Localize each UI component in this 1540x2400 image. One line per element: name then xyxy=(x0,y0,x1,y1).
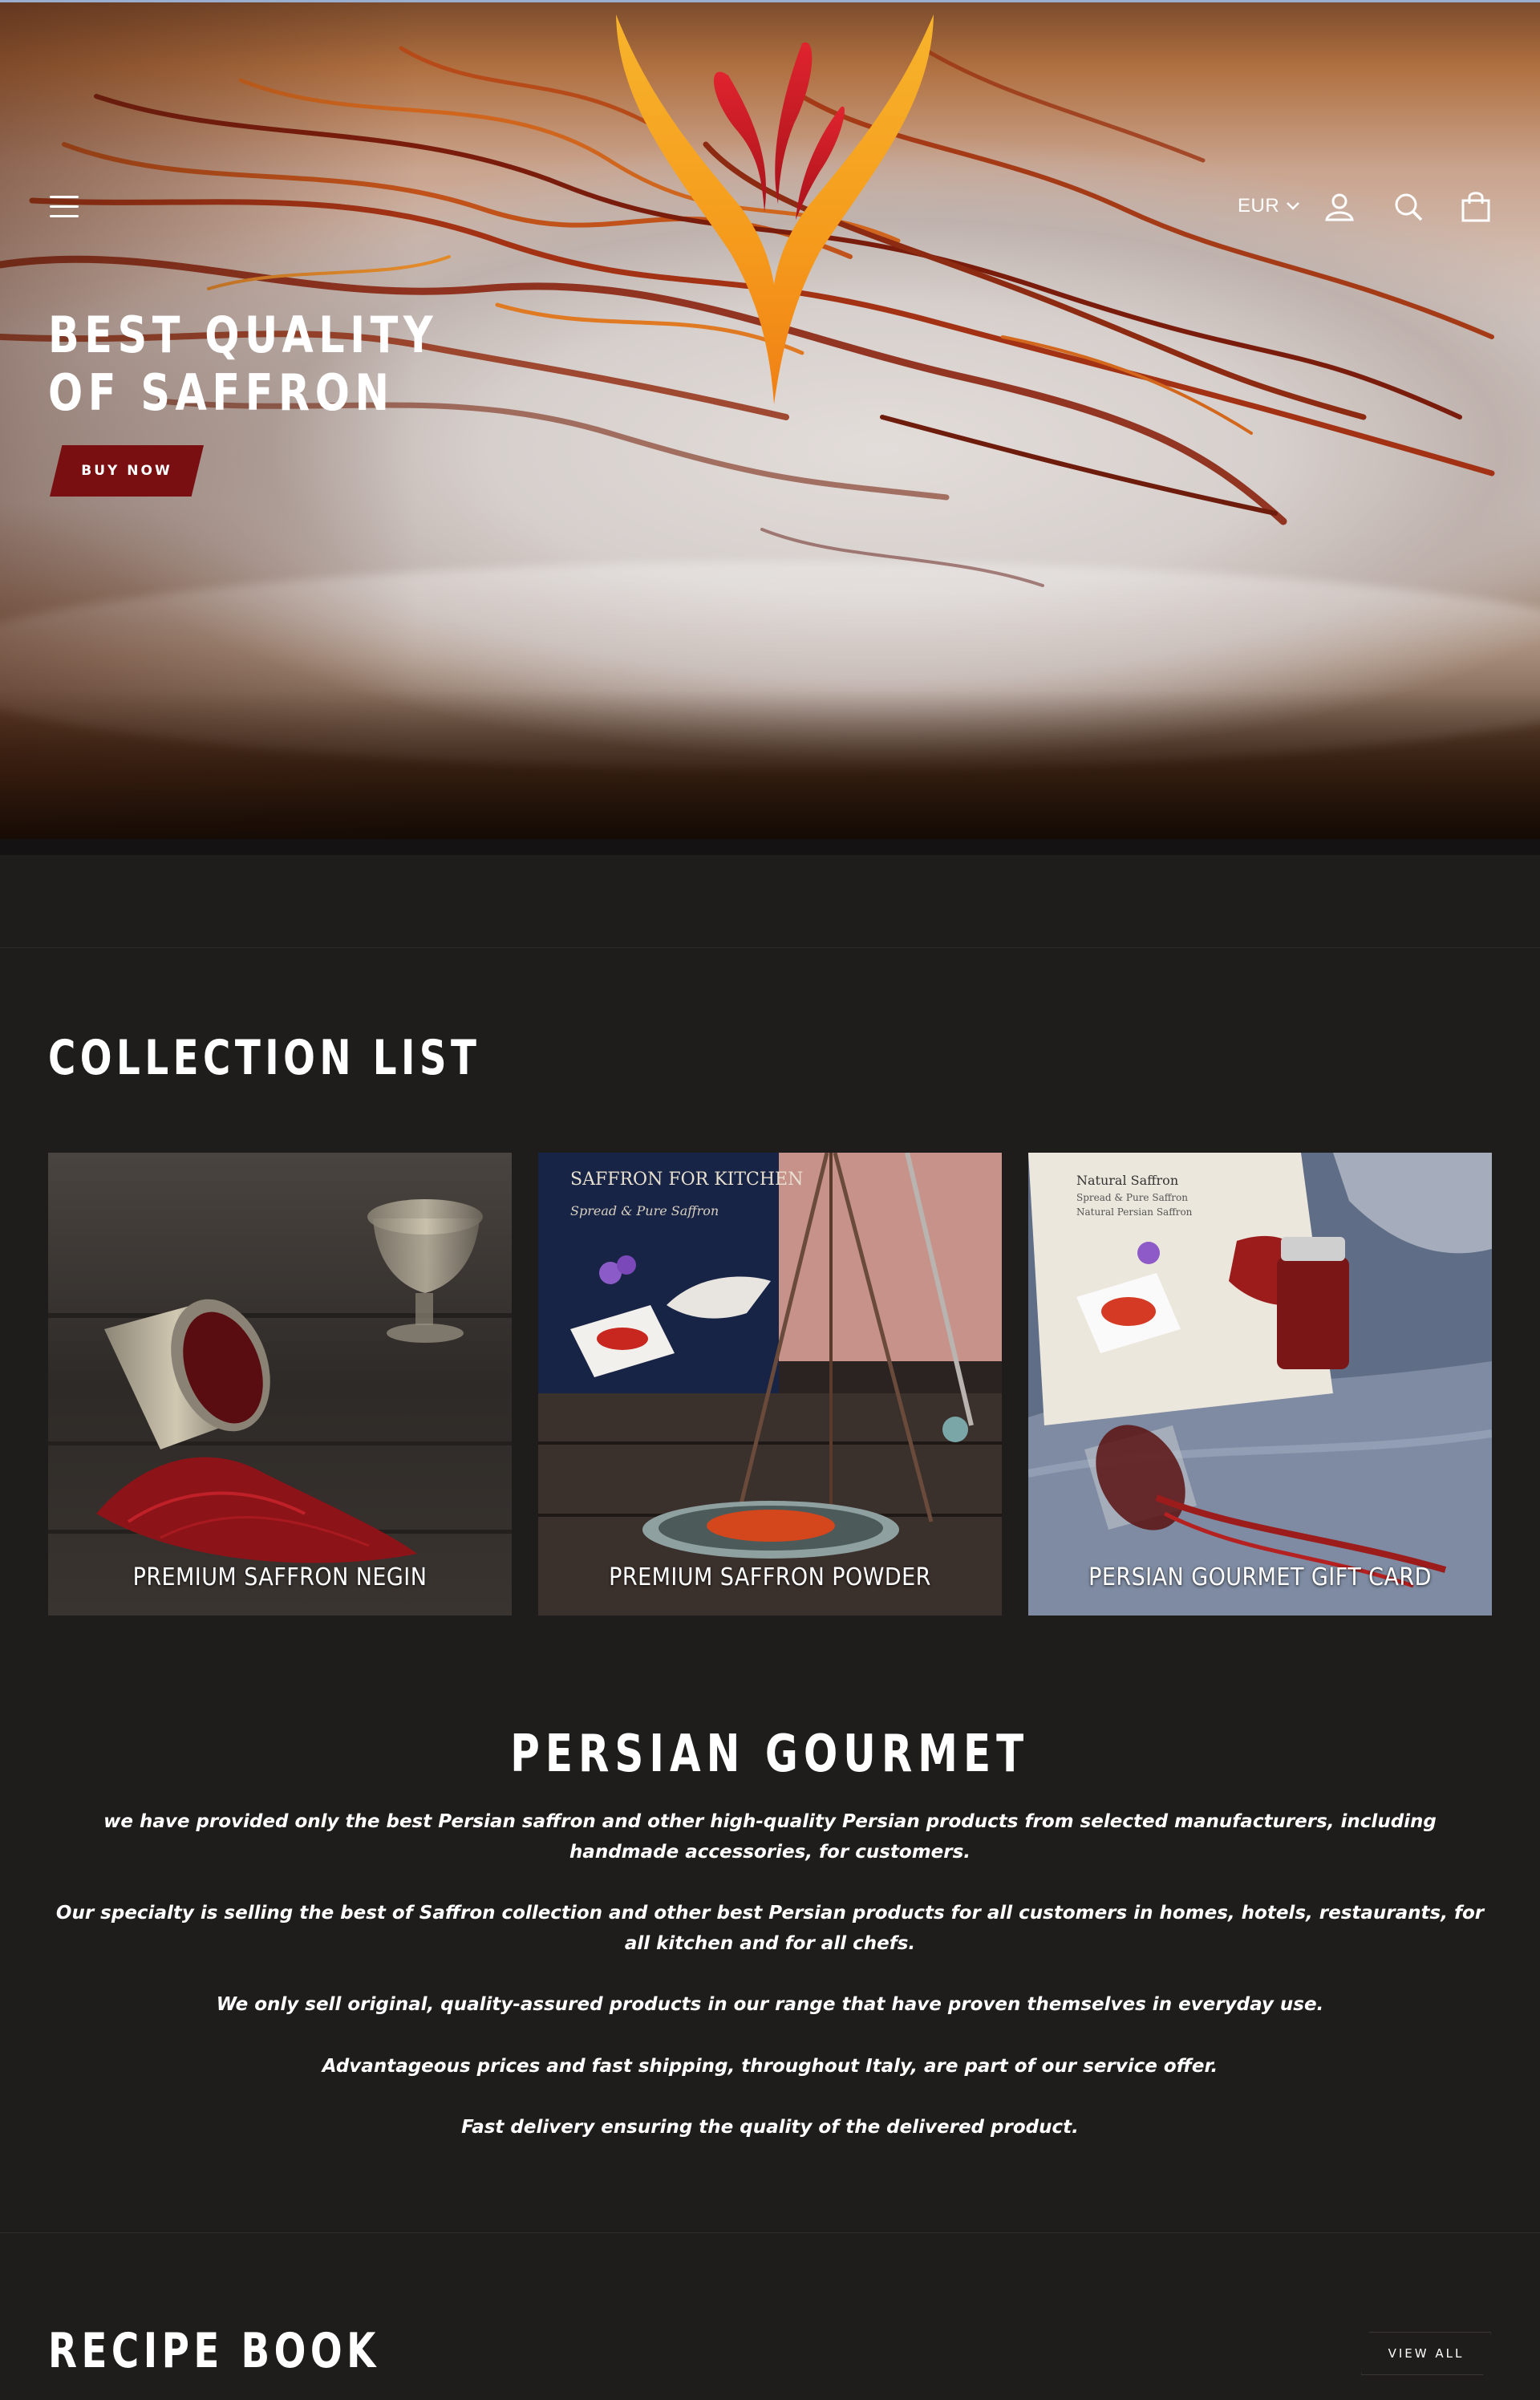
recipe-book-title: RECIPE BOOK xyxy=(48,2323,380,2379)
section-divider xyxy=(0,947,1540,948)
buy-now-button[interactable]: BUY NOW xyxy=(50,445,204,497)
svg-text:Natural Saffron: Natural Saffron xyxy=(1076,1173,1178,1188)
view-all-button[interactable]: VIEW ALL xyxy=(1361,2332,1491,2375)
about-paragraph: we have provided only the best Persian s… xyxy=(103,1811,1437,1863)
hero-title: BEST QUALITY OF SAFFRON xyxy=(48,306,456,422)
hero-title-line2: OF SAFFRON xyxy=(48,363,395,422)
svg-text:Spread & Pure Saffron: Spread & Pure Saffron xyxy=(570,1203,719,1218)
about-paragraph: Fast delivery ensuring the quality of th… xyxy=(461,2117,1079,2138)
collection-title: COLLECTION LIST xyxy=(48,1030,481,1086)
currency-selector[interactable]: EUR xyxy=(1238,195,1300,217)
search-icon[interactable] xyxy=(1392,191,1424,223)
about-paragraph: Our specialty is selling the best of Saf… xyxy=(55,1903,1485,1954)
cart-icon[interactable] xyxy=(1460,189,1492,223)
hero-shade-bottom xyxy=(0,690,1540,839)
saffron-negin-image xyxy=(48,1153,512,1616)
about-paragraph: Advantageous prices and fast shipping, t… xyxy=(322,2056,1218,2077)
collection-card[interactable]: SAFFRON FOR KITCHEN Spread & Pure Saffro… xyxy=(538,1153,1002,1616)
about-title: PERSIAN GOURMET xyxy=(0,1725,1540,1784)
hero-title-line1: BEST QUALITY xyxy=(48,306,439,364)
svg-text:SAFFRON FOR KITCHEN: SAFFRON FOR KITCHEN xyxy=(570,1170,803,1190)
gift-card-image: Natural Saffron Spread & Pure Saffron Na… xyxy=(1028,1153,1492,1616)
collection-card-label: PREMIUM SAFFRON NEGIN xyxy=(132,1563,428,1591)
svg-text:Natural Persian Saffron: Natural Persian Saffron xyxy=(1076,1206,1193,1218)
top-border xyxy=(0,0,1540,2)
chevron-down-icon xyxy=(1287,202,1300,210)
logo-icon[interactable] xyxy=(610,11,938,412)
menu-icon[interactable] xyxy=(50,196,79,218)
hero-bottom-band xyxy=(0,839,1540,855)
saffron-powder-image: SAFFRON FOR KITCHEN Spread & Pure Saffro… xyxy=(538,1153,1002,1616)
collection-card-label: PERSIAN GOURMET GIFT CARD xyxy=(1088,1563,1432,1591)
collection-card-label: PREMIUM SAFFRON POWDER xyxy=(609,1563,931,1591)
about-title-text: PERSIAN GOURMET xyxy=(510,1725,1030,1784)
currency-label: EUR xyxy=(1238,195,1280,217)
collection-card[interactable]: Natural Saffron Spread & Pure Saffron Na… xyxy=(1028,1153,1492,1616)
account-icon[interactable] xyxy=(1323,191,1356,223)
collection-card[interactable]: PREMIUM SAFFRON NEGIN xyxy=(48,1153,512,1616)
section-divider xyxy=(0,2232,1540,2233)
about-paragraph: We only sell original, quality-assured p… xyxy=(216,1994,1324,2015)
svg-text:Spread & Pure Saffron: Spread & Pure Saffron xyxy=(1076,1192,1188,1203)
